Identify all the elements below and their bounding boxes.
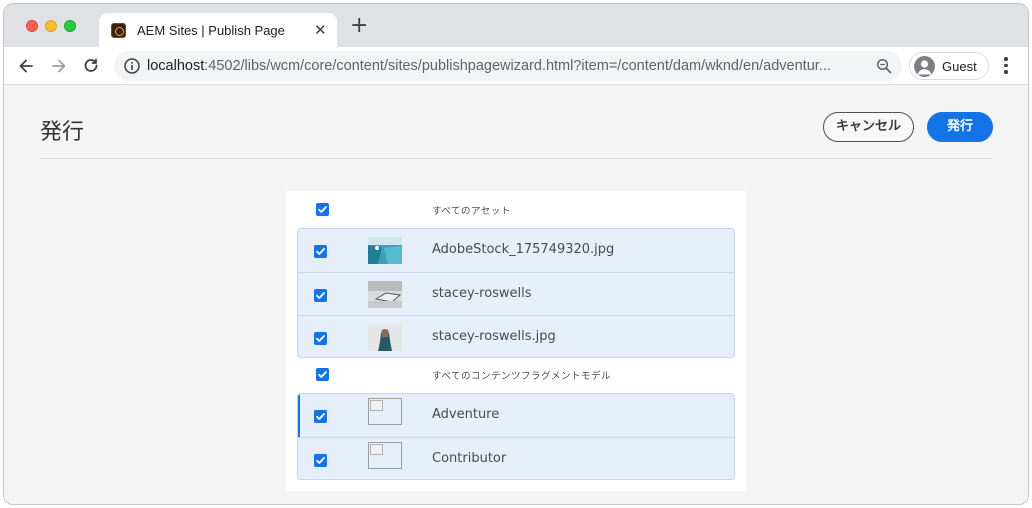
url-host: localhost [147,58,205,74]
info-icon[interactable] [123,57,141,75]
tab-title: AEM Sites | Publish Page [137,23,285,38]
item-label: stacey-roswells [432,286,532,301]
url-path: :4502/libs/wcm/core/content/sites/publis… [204,58,831,74]
desk-thumbnail-image [368,281,402,308]
browser-tab[interactable]: AEM Sites | Publish Page ✕ [99,13,337,47]
fragment-models-list: Adventure Contributor [297,393,735,480]
group-label-assets: すべてのアセット [432,206,511,217]
close-window-button[interactable] [26,20,38,32]
tab-close-icon[interactable]: ✕ [314,21,327,39]
page-title: 発行 [40,120,85,145]
cancel-button[interactable]: キャンセル [823,112,914,142]
profile-label: Guest [942,59,977,74]
publish-references-panel: すべてのアセット AdobeStock_175749320.jpg stacey… [286,191,746,491]
focus-indicator [298,394,300,437]
list-item[interactable]: Contributor [298,437,734,479]
zoom-icon[interactable] [876,58,892,74]
item-label: stacey-roswells.jpg [432,329,556,344]
profile-button[interactable]: Guest [909,52,989,80]
aem-favicon-icon [111,23,126,38]
tab-strip: AEM Sites | Publish Page ✕ + [4,4,1028,47]
browser-menu-icon[interactable] [1004,57,1008,75]
pool-thumbnail-image [368,237,402,264]
person-thumbnail-image [368,324,402,351]
item-label: Contributor [432,451,507,466]
maximize-window-button[interactable] [64,20,76,32]
list-item[interactable]: stacey-roswells [298,272,734,315]
select-all-assets-checkbox[interactable] [316,203,329,216]
broken-image-icon [368,398,402,425]
item-checkbox[interactable] [314,245,327,258]
item-checkbox[interactable] [314,410,327,423]
browser-window: AEM Sites | Publish Page ✕ + localhost:4… [3,3,1029,505]
group-label-fragment-models: すべてのコンテンツフラグメントモデル [432,371,611,382]
list-item[interactable]: AdobeStock_175749320.jpg [298,229,734,272]
back-arrow-icon[interactable] [16,56,36,76]
broken-image-icon [368,442,402,469]
list-item[interactable]: stacey-roswells.jpg [298,315,734,357]
list-item[interactable]: Adventure [298,394,734,437]
assets-list: AdobeStock_175749320.jpg stacey-roswells… [297,228,735,358]
forward-arrow-icon[interactable] [49,56,69,76]
reload-icon[interactable] [81,56,101,76]
publish-button[interactable]: 発行 [927,112,993,142]
address-bar[interactable]: localhost:4502/libs/wcm/core/content/sit… [114,51,902,81]
header-divider [40,158,993,159]
item-checkbox[interactable] [314,289,327,302]
minimize-window-button[interactable] [45,20,57,32]
page-content: 発行 キャンセル 発行 すべてのアセット AdobeStock_17574932… [4,86,1028,504]
item-label: AdobeStock_175749320.jpg [432,242,615,257]
avatar-icon [914,56,935,77]
item-checkbox[interactable] [314,332,327,345]
item-checkbox[interactable] [314,454,327,467]
new-tab-button[interactable]: + [350,15,368,37]
url-text: localhost:4502/libs/wcm/core/content/sit… [147,58,831,74]
item-label: Adventure [432,407,500,422]
browser-toolbar: localhost:4502/libs/wcm/core/content/sit… [4,47,1028,85]
group-header-assets: すべてのアセット [286,191,746,225]
group-header-fragment-models: すべてのコンテンツフラグメントモデル [286,357,746,391]
select-all-models-checkbox[interactable] [316,368,329,381]
